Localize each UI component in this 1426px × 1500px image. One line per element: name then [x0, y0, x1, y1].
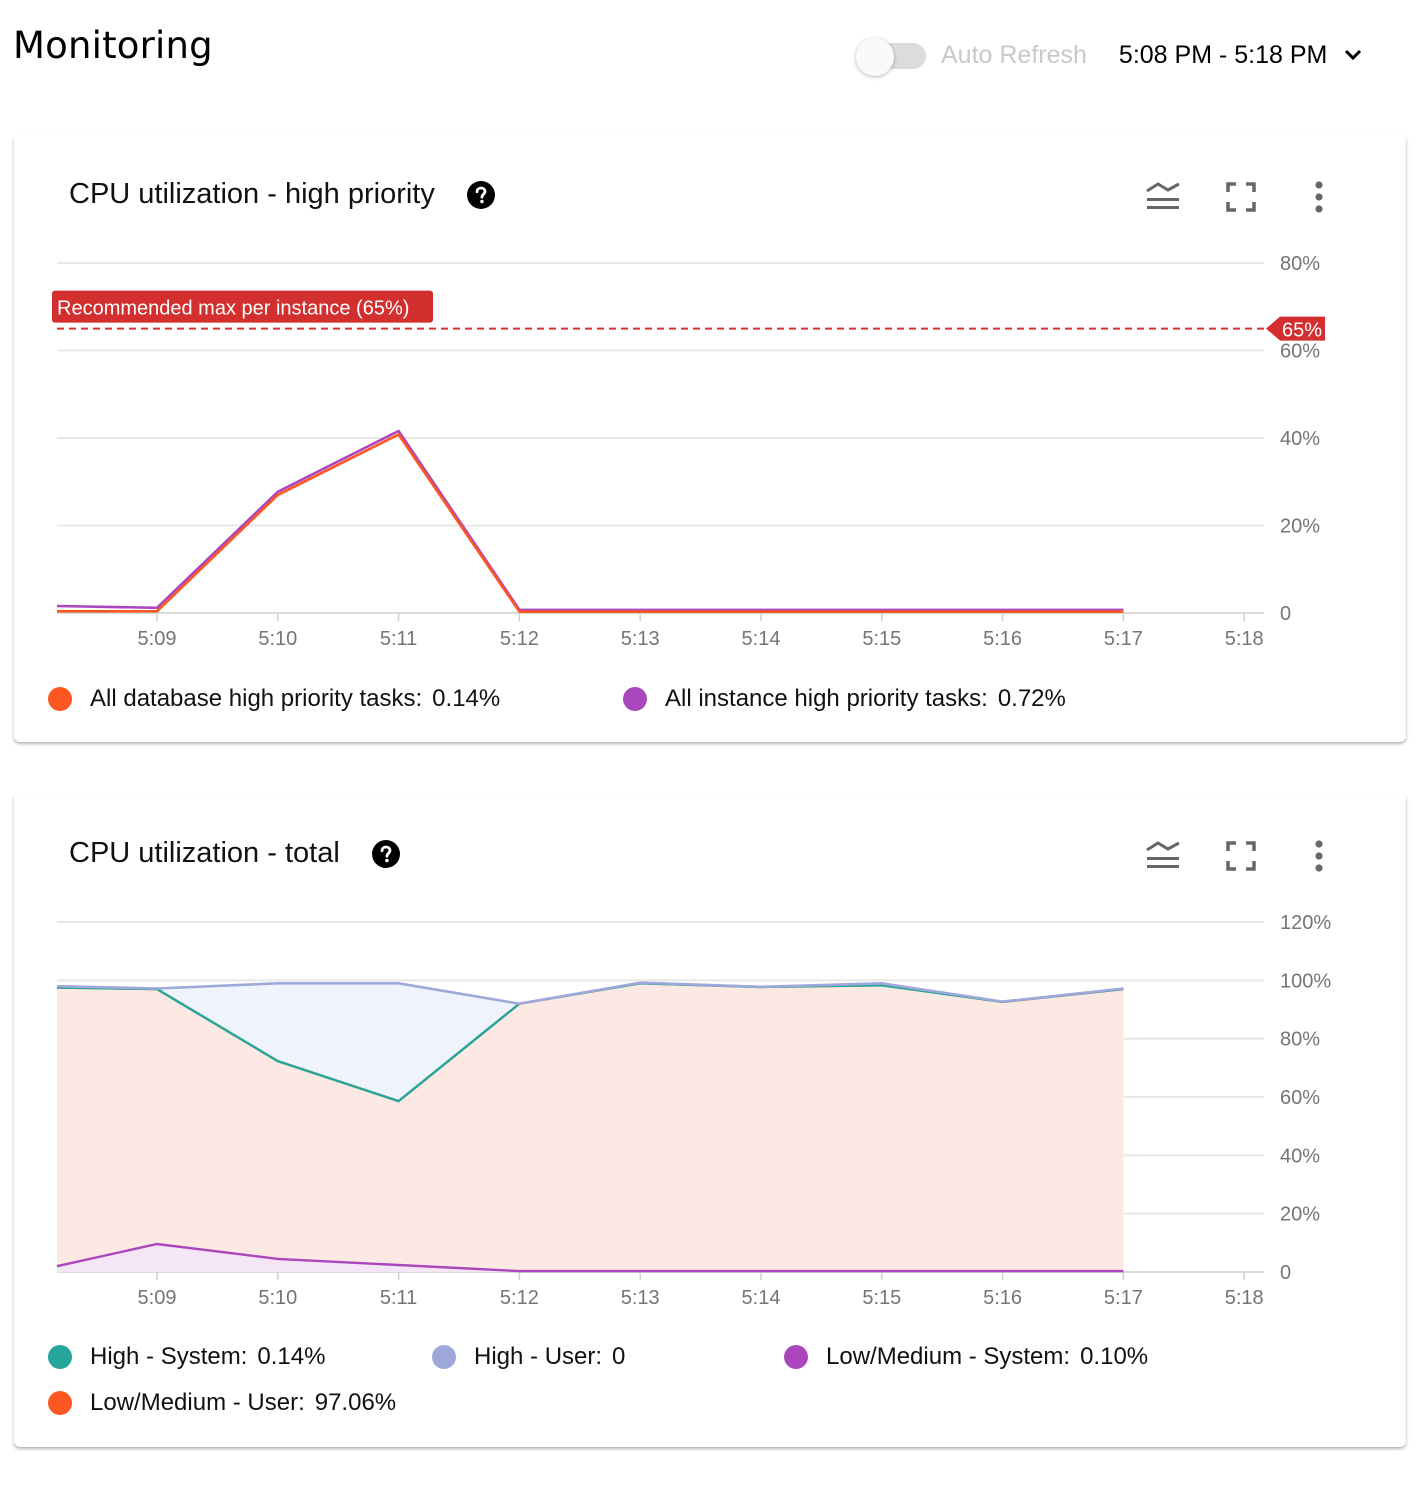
- legend-label: All instance high priority tasks: [665, 685, 982, 712]
- legend-dot-purple-icon: [623, 687, 647, 711]
- legend-item-high-user[interactable]: High - User: 0: [432, 1343, 784, 1371]
- legend-colon: :: [240, 1343, 248, 1370]
- legend-item-instance-high-priority[interactable]: All instance high priority tasks: 0.72%: [623, 685, 1066, 713]
- time-range-value: 5:08 PM - 5:18 PM: [1118, 40, 1328, 69]
- x-tick-label: 5:10: [258, 628, 297, 650]
- legend-label: Low/Medium - User: [90, 1389, 299, 1416]
- legend-row: High - System: 0.14% High - User: 0 Low/…: [48, 1334, 1148, 1380]
- legend-colon: :: [981, 685, 988, 712]
- chart-legend: High - System: 0.14% High - User: 0 Low/…: [48, 1334, 1148, 1426]
- x-tick-label: 5:15: [862, 628, 901, 650]
- x-tick-label: 5:17: [1104, 1287, 1143, 1309]
- x-tick-label: 5:10: [258, 1287, 297, 1309]
- legend-dot-orange-icon: [48, 1391, 72, 1415]
- chart-legend: All database high priority tasks: 0.14% …: [48, 676, 1066, 722]
- x-tick-label: 5:09: [138, 628, 177, 650]
- legend-dot-purple-icon: [784, 1345, 808, 1369]
- x-tick-label: 5:13: [621, 628, 660, 650]
- legend-colon: :: [415, 685, 423, 712]
- chart-card-high-priority: CPU utilization - high priority 0 20% 40% 6…: [14, 134, 1406, 742]
- legend-value: 0.72%: [997, 685, 1066, 712]
- chevron-down-icon: [1345, 49, 1362, 61]
- legend-label: High - System: [90, 1343, 241, 1370]
- page-title: Monitoring: [13, 24, 213, 67]
- legend-value: 0.14%: [432, 685, 501, 712]
- legend-item-lowmedium-system[interactable]: Low/Medium - System: 0.10%: [784, 1343, 1148, 1371]
- legend-item-high-system[interactable]: High - System: 0.14%: [48, 1343, 432, 1371]
- legend-colon: :: [1063, 1343, 1071, 1370]
- y-tick-label: 0: [1280, 603, 1291, 625]
- y-tick-label: 0: [1280, 1262, 1291, 1284]
- threshold-label-text: Recommended max per instance (65%): [57, 298, 409, 320]
- x-tick-label: 5:16: [983, 1287, 1022, 1309]
- legend-value: 0.10%: [1080, 1343, 1149, 1370]
- legend-item-database-high-priority[interactable]: All database high priority tasks: 0.14%: [48, 685, 623, 713]
- legend-value: 0: [612, 1343, 626, 1370]
- x-tick-label: 5:17: [1104, 628, 1143, 650]
- x-tick-label: 5:11: [380, 628, 417, 650]
- area-lowmedium-user: [57, 983, 1124, 1272]
- series-line-all-instance-high-priority-tasks: [56, 429, 1124, 612]
- threshold-label: Recommended max per instance (65%): [52, 290, 433, 323]
- chart-card-total: CPU utilization - total 0 20% 40% 60% 80% 100…: [14, 793, 1406, 1447]
- y-tick-label: 80%: [1280, 253, 1320, 275]
- chart-plot-high-priority: 0 20% 40% 60% 80% 5:09 5:10 5:11 5:12 5:13 5:14 5:1…: [52, 253, 1325, 650]
- x-tick-label: 5:16: [983, 628, 1022, 650]
- y-tick-label: 20%: [1280, 516, 1320, 538]
- y-tick-label: 100%: [1280, 970, 1331, 992]
- auto-refresh-toggle[interactable]: [852, 30, 926, 80]
- y-tick-label: 40%: [1280, 1145, 1320, 1167]
- toggle-knob: [856, 38, 894, 76]
- threshold-tag-text: 65%: [1282, 320, 1322, 342]
- x-tick-label: 5:13: [621, 1287, 660, 1309]
- time-range-selector[interactable]: 5:08 PM - 5:18 PM: [1119, 41, 1365, 70]
- legend-value: 97.06%: [314, 1389, 397, 1416]
- x-tick-label: 5:18: [1225, 1287, 1264, 1309]
- series-line-all-database-high-priority-tasks: [57, 433, 1124, 614]
- x-tick-label: 5:12: [500, 628, 539, 650]
- legend-value: 0.14%: [257, 1343, 326, 1370]
- legend-colon: :: [298, 1389, 305, 1416]
- legend-label: Low/Medium - System: [826, 1343, 1064, 1370]
- legend-row: All database high priority tasks: 0.14% …: [48, 676, 1066, 722]
- y-tick-label: 40%: [1280, 428, 1320, 450]
- x-tick-label: 5:14: [742, 1287, 781, 1309]
- legend-label: All database high priority tasks: [90, 685, 416, 712]
- legend-dot-lavender-icon: [432, 1345, 456, 1369]
- y-tick-label: 120%: [1280, 912, 1331, 934]
- y-tick-label: 20%: [1280, 1204, 1320, 1226]
- legend-row: Low/Medium - User: 97.06%: [48, 1380, 1148, 1426]
- y-tick-label: 60%: [1280, 341, 1320, 363]
- legend-item-lowmedium-user[interactable]: Low/Medium - User: 97.06%: [48, 1389, 396, 1417]
- x-tick-label: 5:14: [742, 628, 781, 650]
- auto-refresh-label: Auto Refresh: [941, 40, 1087, 69]
- top-toolbar: Auto Refresh 5:08 PM - 5:18 PM: [852, 30, 1365, 80]
- chart-plot-total: 0 20% 40% 60% 80% 100% 120% 5:09 5:10 5:11 5:12 5:1…: [56, 912, 1331, 1309]
- legend-dot-orange-icon: [48, 687, 72, 711]
- legend-label: High - User: [474, 1343, 596, 1370]
- y-tick-label: 80%: [1280, 1029, 1320, 1051]
- y-tick-label: 60%: [1280, 1087, 1320, 1109]
- legend-colon: :: [595, 1343, 603, 1370]
- x-tick-label: 5:09: [138, 1287, 177, 1309]
- legend-dot-teal-icon: [48, 1345, 72, 1369]
- x-tick-label: 5:18: [1225, 628, 1264, 650]
- x-tick-label: 5:15: [862, 1287, 901, 1309]
- x-tick-label: 5:11: [380, 1287, 417, 1309]
- x-tick-label: 5:12: [500, 1287, 539, 1309]
